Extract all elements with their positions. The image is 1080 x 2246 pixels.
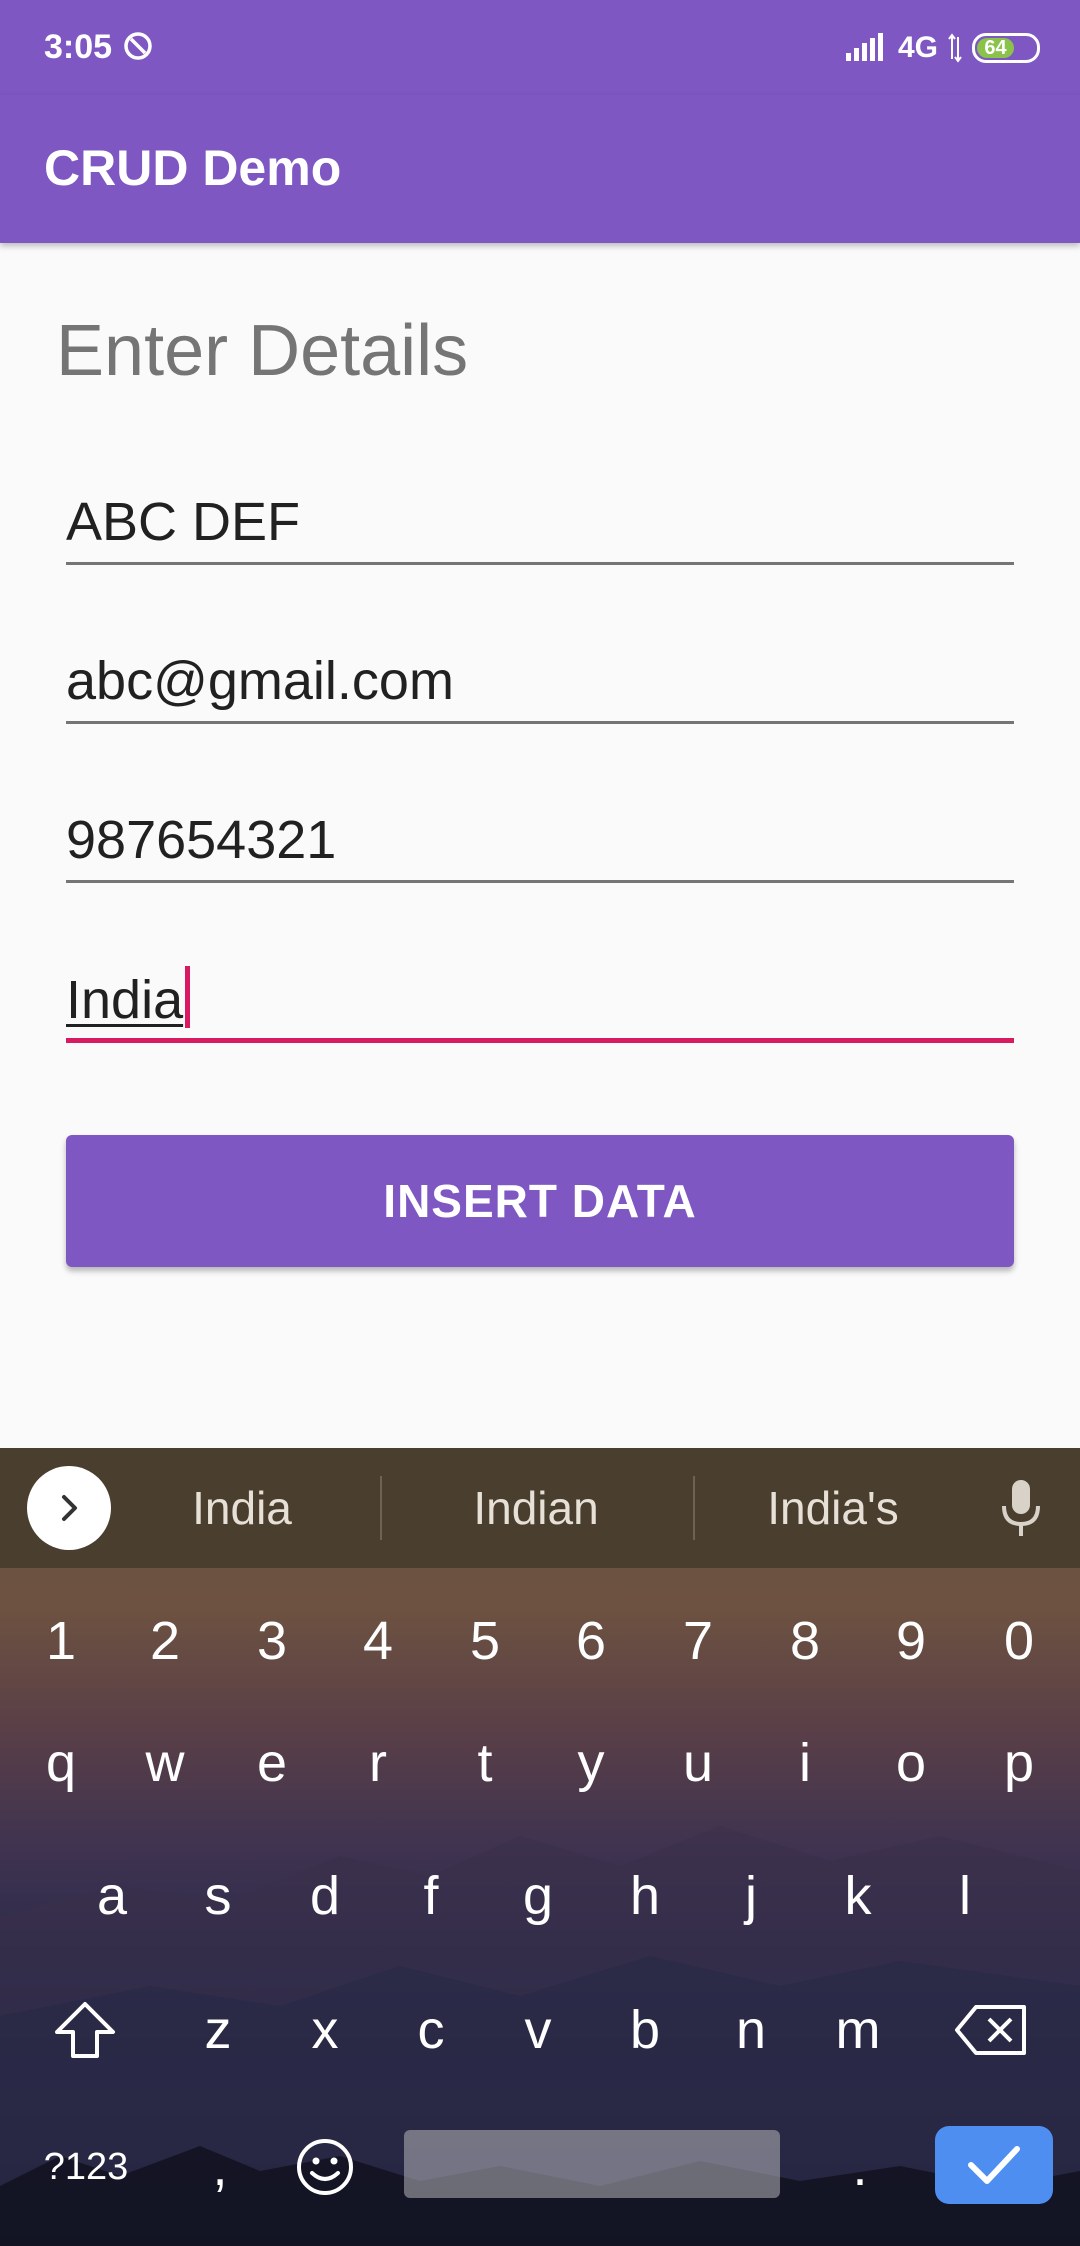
suggestion-2[interactable]: Indian xyxy=(386,1448,686,1568)
email-field-value: abc@gmail.com xyxy=(66,651,454,711)
key-j[interactable]: j xyxy=(706,1841,796,1951)
key-8[interactable]: 8 xyxy=(760,1586,850,1696)
phone-field[interactable]: 987654321 xyxy=(66,793,1014,883)
insert-data-button[interactable]: INSERT DATA xyxy=(66,1135,1014,1267)
country-field-value-wrapper: India xyxy=(66,966,191,1031)
key-v[interactable]: v xyxy=(493,1975,583,2085)
key-k[interactable]: k xyxy=(813,1841,903,1951)
symbols-key[interactable]: ?123 xyxy=(26,2112,146,2222)
app-title: CRUD Demo xyxy=(44,140,342,196)
key-a[interactable]: a xyxy=(67,1841,157,1951)
key-m[interactable]: m xyxy=(813,1975,903,2085)
key-b[interactable]: b xyxy=(600,1975,690,2085)
checkmark-icon xyxy=(968,2146,1020,2184)
key-d[interactable]: d xyxy=(280,1841,370,1951)
key-l[interactable]: l xyxy=(920,1841,1010,1951)
name-field-value: ABC DEF xyxy=(66,492,301,552)
comma-key[interactable]: , xyxy=(175,2112,265,2222)
signal-icon xyxy=(845,33,883,61)
key-x[interactable]: x xyxy=(280,1975,370,2085)
shift-icon xyxy=(55,2002,115,2058)
network-type: 4G xyxy=(897,31,938,64)
suggestion-divider xyxy=(380,1476,382,1540)
soft-keyboard: India Indian India's 1 2 3 4 5 6 7 8 9 0… xyxy=(0,1448,1080,2246)
country-field-value: India xyxy=(66,970,184,1030)
key-w[interactable]: w xyxy=(120,1708,210,1818)
key-s[interactable]: s xyxy=(173,1841,263,1951)
key-p[interactable]: p xyxy=(974,1708,1064,1818)
key-0[interactable]: 0 xyxy=(974,1586,1064,1696)
emoji-icon xyxy=(297,2139,353,2195)
field-underline xyxy=(66,562,1014,565)
key-r[interactable]: r xyxy=(333,1708,423,1818)
backspace-icon xyxy=(955,2005,1026,2055)
field-underline xyxy=(66,880,1014,883)
backspace-key[interactable] xyxy=(946,1975,1036,2085)
do-not-disturb-icon xyxy=(124,32,152,60)
done-key[interactable] xyxy=(935,2126,1053,2204)
key-f[interactable]: f xyxy=(386,1841,476,1951)
key-u[interactable]: u xyxy=(653,1708,743,1818)
suggestion-3[interactable]: India's xyxy=(683,1448,983,1568)
key-z[interactable]: z xyxy=(173,1975,263,2085)
emoji-key[interactable] xyxy=(280,2112,370,2222)
key-6[interactable]: 6 xyxy=(546,1586,636,1696)
key-q[interactable]: q xyxy=(16,1708,106,1818)
email-field[interactable]: abc@gmail.com xyxy=(66,634,1014,724)
shift-key[interactable] xyxy=(40,1975,130,2085)
field-underline-focused xyxy=(66,1038,1014,1043)
battery-level: 64 xyxy=(977,37,1015,59)
phone-field-value: 987654321 xyxy=(66,810,337,870)
key-t[interactable]: t xyxy=(440,1708,530,1818)
form-heading: Enter Details xyxy=(56,311,469,391)
key-9[interactable]: 9 xyxy=(866,1586,956,1696)
key-g[interactable]: g xyxy=(493,1841,583,1951)
key-3[interactable]: 3 xyxy=(227,1586,317,1696)
suggestion-strip: India Indian India's xyxy=(0,1448,1080,1568)
key-n[interactable]: n xyxy=(706,1975,796,2085)
key-h[interactable]: h xyxy=(600,1841,690,1951)
key-c[interactable]: c xyxy=(386,1975,476,2085)
key-y[interactable]: y xyxy=(546,1708,636,1818)
name-field[interactable]: ABC DEF xyxy=(66,475,1014,565)
battery-icon: 64 xyxy=(972,33,1040,63)
mic-icon[interactable] xyxy=(998,1478,1044,1540)
status-bar: 3:05 4G 64 xyxy=(0,0,1080,95)
space-key[interactable] xyxy=(404,2130,780,2198)
status-time: 3:05 xyxy=(44,28,113,66)
key-5[interactable]: 5 xyxy=(440,1586,530,1696)
key-7[interactable]: 7 xyxy=(653,1586,743,1696)
period-key[interactable]: . xyxy=(815,2112,905,2222)
key-1[interactable]: 1 xyxy=(16,1586,106,1696)
status-indicators: 4G 64 xyxy=(844,28,1040,68)
key-o[interactable]: o xyxy=(866,1708,956,1818)
app-bar: CRUD Demo xyxy=(0,95,1080,243)
field-underline xyxy=(66,721,1014,724)
suggestion-1[interactable]: India xyxy=(92,1448,392,1568)
key-i[interactable]: i xyxy=(760,1708,850,1818)
key-2[interactable]: 2 xyxy=(120,1586,210,1696)
key-e[interactable]: e xyxy=(227,1708,317,1818)
chevron-right-icon xyxy=(62,1495,77,1521)
data-arrows-icon xyxy=(948,33,962,63)
key-4[interactable]: 4 xyxy=(333,1586,423,1696)
text-cursor xyxy=(185,966,191,1028)
country-field[interactable]: India xyxy=(66,953,1014,1043)
